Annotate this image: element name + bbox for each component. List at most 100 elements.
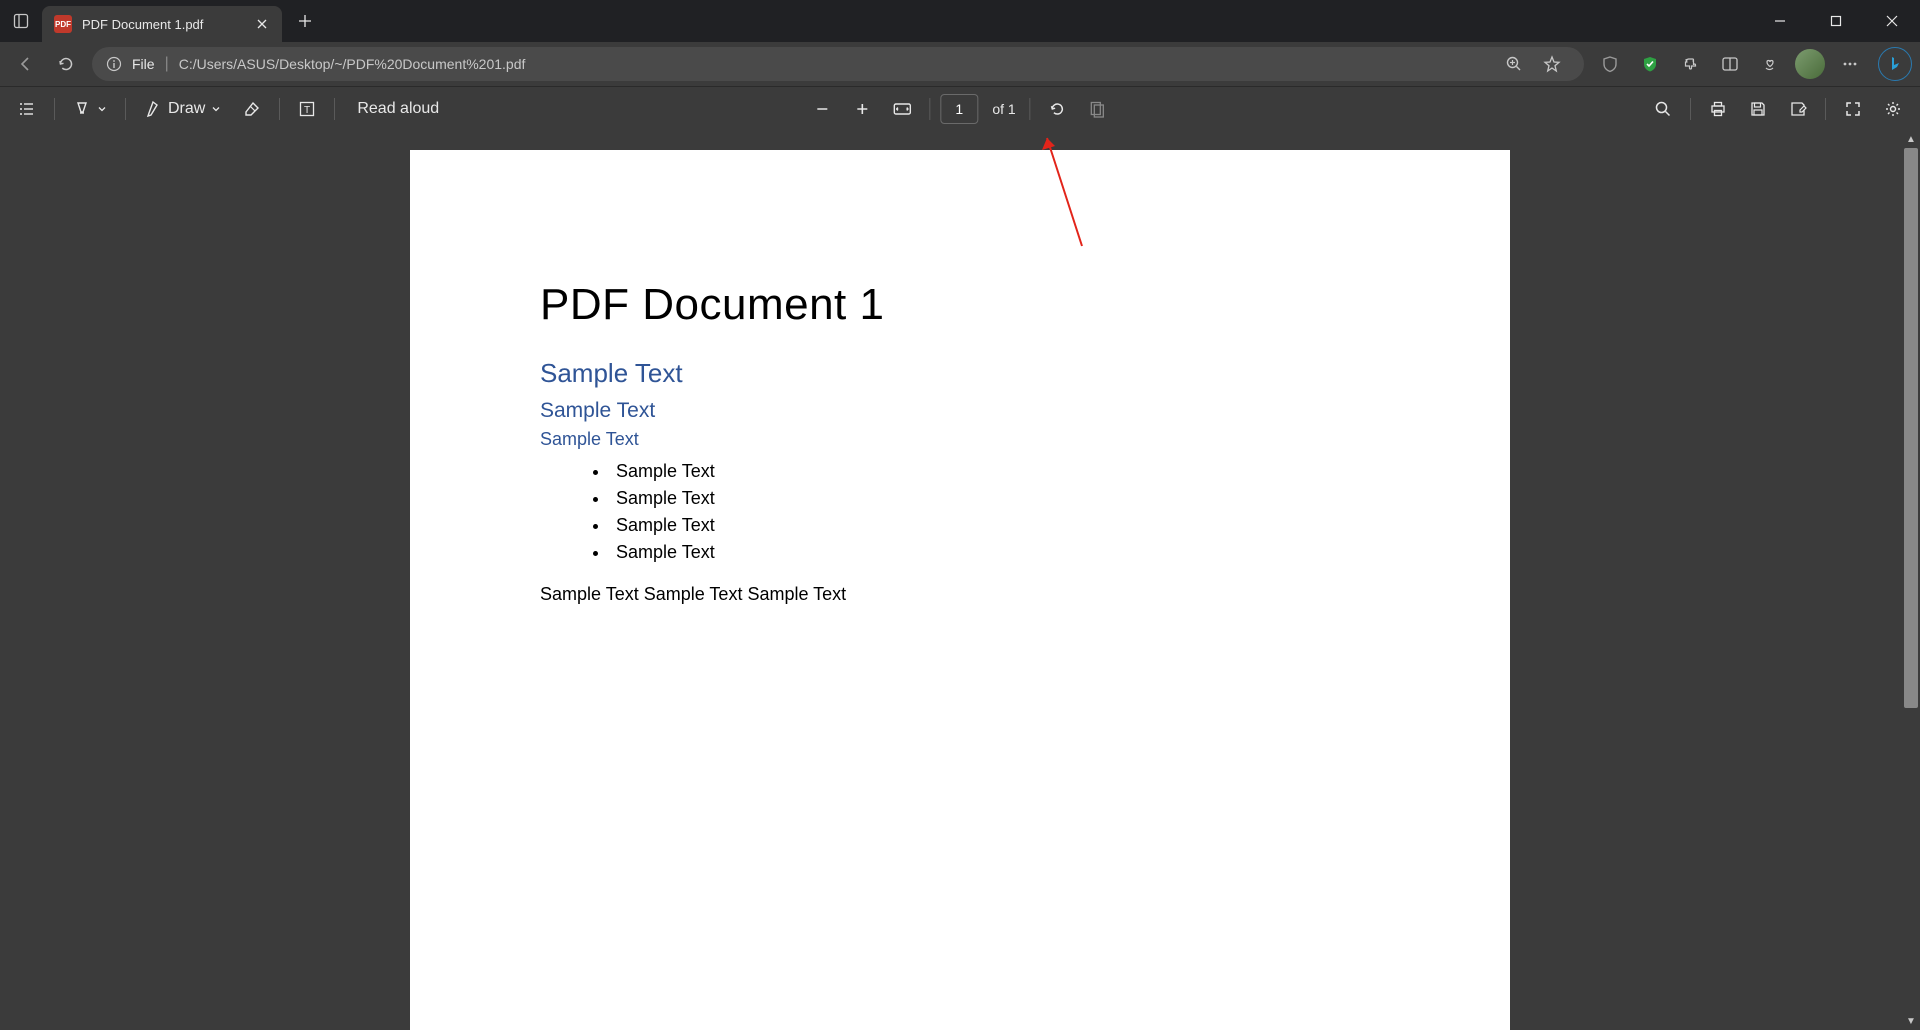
rotate-button[interactable] (1041, 92, 1075, 126)
close-window-button[interactable] (1864, 0, 1920, 42)
fit-width-button[interactable] (885, 92, 919, 126)
find-button[interactable] (1646, 92, 1680, 126)
zoom-in-button[interactable] (845, 92, 879, 126)
toolbar-divider (929, 98, 930, 120)
page-view-button[interactable] (1081, 92, 1115, 126)
rotate-icon (1049, 100, 1067, 118)
read-aloud-button[interactable]: Read aloud (345, 92, 451, 126)
browser-tab[interactable]: PDF PDF Document 1.pdf (42, 6, 282, 42)
extensions-button[interactable] (1672, 46, 1708, 82)
refresh-button[interactable] (48, 46, 84, 82)
tab-actions-icon (13, 13, 29, 29)
heading-3: Sample Text (540, 399, 1380, 423)
fullscreen-button[interactable] (1836, 92, 1870, 126)
highlight-button[interactable] (65, 92, 115, 126)
scroll-down-button[interactable]: ▼ (1902, 1012, 1920, 1030)
shield-check-icon (1641, 55, 1659, 73)
back-button[interactable] (8, 46, 44, 82)
back-arrow-icon (17, 55, 35, 73)
minus-icon (814, 101, 830, 117)
titlebar: PDF PDF Document 1.pdf (0, 0, 1920, 42)
save-icon (1749, 100, 1767, 118)
contents-button[interactable] (10, 92, 44, 126)
window-controls (1752, 0, 1920, 42)
security-button[interactable] (1632, 46, 1668, 82)
toolbar-divider (279, 98, 280, 120)
more-button[interactable] (1832, 46, 1868, 82)
avatar-icon (1795, 49, 1825, 79)
text-box-icon: T (298, 100, 316, 118)
toolbar-center: of 1 (805, 92, 1114, 126)
list-item: Sample Text (610, 485, 1380, 512)
gear-icon (1884, 100, 1902, 118)
url-path: C:/Users/ASUS/Desktop/~/PDF%20Document%2… (179, 56, 526, 72)
page-number-input[interactable] (940, 94, 978, 124)
settings-button[interactable] (1876, 92, 1910, 126)
chevron-down-icon (211, 104, 221, 114)
site-info-icon[interactable] (106, 56, 122, 72)
print-button[interactable] (1701, 92, 1735, 126)
scrollbar[interactable]: ▲ ▼ (1902, 130, 1920, 1030)
new-tab-button[interactable] (288, 4, 322, 38)
page-view-icon (1089, 100, 1107, 118)
pdf-favicon: PDF (54, 15, 72, 33)
bing-chat-button[interactable] (1878, 47, 1912, 81)
maximize-icon (1830, 15, 1842, 27)
erase-button[interactable] (235, 92, 269, 126)
pdf-viewer[interactable]: PDF Document 1 Sample Text Sample Text S… (0, 130, 1920, 1030)
read-aloud-label: Read aloud (357, 100, 439, 118)
bing-icon (1886, 55, 1904, 73)
highlighter-icon (73, 100, 91, 118)
split-screen-icon (1721, 55, 1739, 73)
profile-button[interactable] (1792, 46, 1828, 82)
list-item: Sample Text (610, 512, 1380, 539)
toolbar-divider (1825, 98, 1826, 120)
document-title: PDF Document 1 (540, 280, 1380, 330)
toolbar-divider (1690, 98, 1691, 120)
tab-title: PDF Document 1.pdf (82, 17, 252, 32)
tab-close-button[interactable] (252, 14, 272, 34)
toolbar-right (1646, 92, 1910, 126)
address-row: File | C:/Users/ASUS/Desktop/~/PDF%20Doc… (0, 42, 1920, 86)
tab-actions-button[interactable] (0, 0, 42, 42)
toolbar-divider (1030, 98, 1031, 120)
search-icon (1654, 100, 1672, 118)
shield-outline-icon (1601, 55, 1619, 73)
tracking-prevention-button[interactable] (1592, 46, 1628, 82)
url-separator: | (165, 55, 169, 73)
plus-icon (298, 14, 312, 28)
scroll-thumb[interactable] (1904, 148, 1918, 708)
refresh-icon (57, 55, 75, 73)
toolbar-divider (125, 98, 126, 120)
heading-4: Sample Text (540, 429, 1380, 450)
save-button[interactable] (1741, 92, 1775, 126)
plus-icon (854, 101, 870, 117)
minimize-icon (1774, 15, 1786, 27)
save-as-button[interactable] (1781, 92, 1815, 126)
zoom-indicator-button[interactable] (1496, 46, 1532, 82)
toolbar-divider (54, 98, 55, 120)
fit-width-icon (892, 101, 912, 117)
body-paragraph: Sample Text Sample Text Sample Text (540, 584, 1380, 605)
star-icon (1543, 55, 1561, 73)
eraser-icon (243, 100, 261, 118)
favorite-button[interactable] (1534, 46, 1570, 82)
page-total: of 1 (984, 101, 1019, 117)
address-bar[interactable]: File | C:/Users/ASUS/Desktop/~/PDF%20Doc… (92, 47, 1584, 81)
toolbar-divider (334, 98, 335, 120)
draw-button[interactable]: Draw (136, 92, 229, 126)
close-icon (257, 19, 267, 29)
list-item: Sample Text (610, 458, 1380, 485)
collections-button[interactable] (1752, 46, 1788, 82)
zoom-out-button[interactable] (805, 92, 839, 126)
chevron-down-icon (97, 104, 107, 114)
minimize-button[interactable] (1752, 0, 1808, 42)
scroll-up-button[interactable]: ▲ (1902, 130, 1920, 148)
add-text-button[interactable]: T (290, 92, 324, 126)
pdf-page: PDF Document 1 Sample Text Sample Text S… (410, 150, 1510, 1030)
pdf-toolbar: Draw T Read aloud of 1 (0, 86, 1920, 130)
list-item: Sample Text (610, 539, 1380, 566)
split-screen-button[interactable] (1712, 46, 1748, 82)
heading-2: Sample Text (540, 358, 1380, 389)
maximize-button[interactable] (1808, 0, 1864, 42)
